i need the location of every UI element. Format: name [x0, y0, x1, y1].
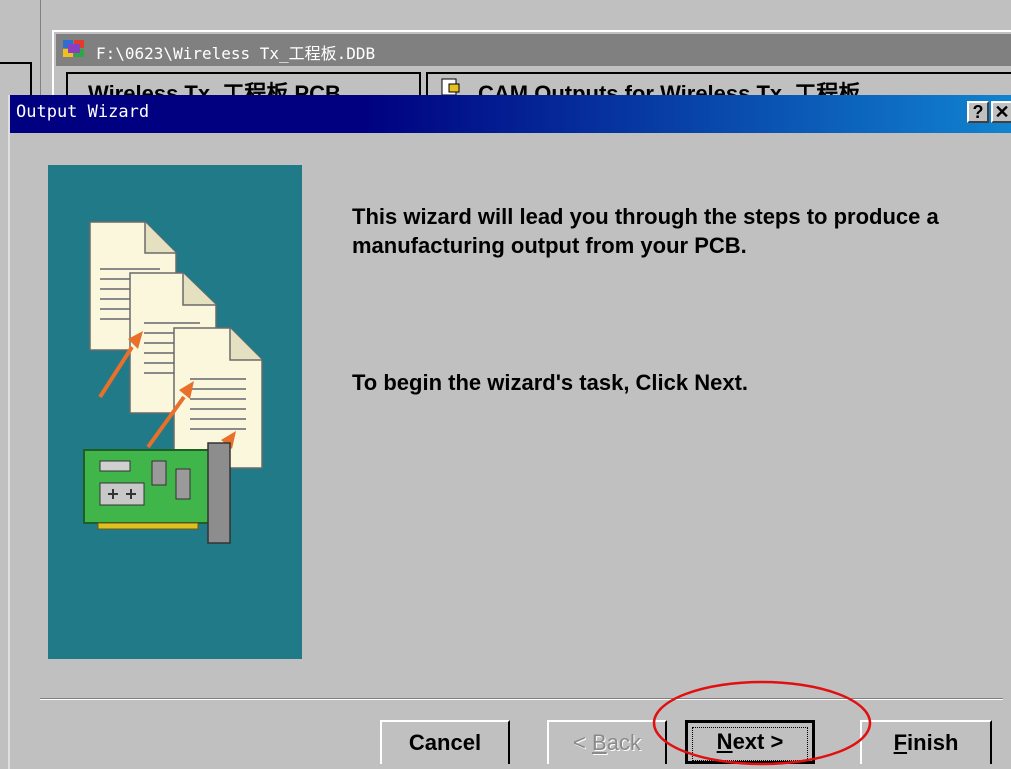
next-button[interactable]: Next >: [685, 720, 815, 764]
back-arrow: <: [573, 730, 593, 755]
finish-accelerator: F: [893, 730, 908, 755]
wizard-illustration-panel: [48, 165, 302, 659]
back-accelerator: B: [592, 730, 607, 755]
pcb-card-icon: [83, 442, 231, 544]
dialog-titlebar[interactable]: Output Wizard ? ✕: [10, 95, 1011, 133]
wizard-instruction-text: To begin the wizard's task, Click Next.: [352, 370, 749, 395]
back-button[interactable]: < Back: [547, 720, 667, 764]
help-icon[interactable]: ?: [967, 101, 989, 123]
tab-cam-outputs-label: CAM Outputs for Wireless Tx_工程板: [478, 81, 861, 95]
tab-pcb-document[interactable]: Wireless Tx_工程板.PCB: [66, 72, 421, 95]
wizard-intro-text: This wizard will lead you through the st…: [352, 204, 939, 258]
separator-highlight: [40, 699, 1003, 700]
focus-rectangle: [692, 727, 808, 761]
app-icon: [63, 40, 84, 57]
document-icon: [441, 78, 460, 95]
cancel-button[interactable]: Cancel: [380, 720, 510, 764]
output-wizard-dialog: Output Wizard ? ✕ This wizard will lead …: [8, 95, 1011, 769]
back-label: ack: [606, 730, 641, 755]
background-tabstrip: Wireless Tx_工程板.PCB CAM Outputs for Wire…: [60, 70, 1011, 95]
background-left-frame: [0, 62, 32, 97]
tab-cam-outputs[interactable]: CAM Outputs for Wireless Tx_工程板: [426, 72, 1011, 95]
finish-label: inish: [907, 730, 959, 755]
close-icon[interactable]: ✕: [991, 101, 1011, 123]
dialog-title: Output Wizard: [16, 102, 150, 122]
background-window-title: F:\0623\Wireless Tx_工程板.DDB: [96, 44, 376, 63]
wizard-illustration: [83, 221, 263, 544]
finish-button[interactable]: Finish: [860, 720, 992, 764]
